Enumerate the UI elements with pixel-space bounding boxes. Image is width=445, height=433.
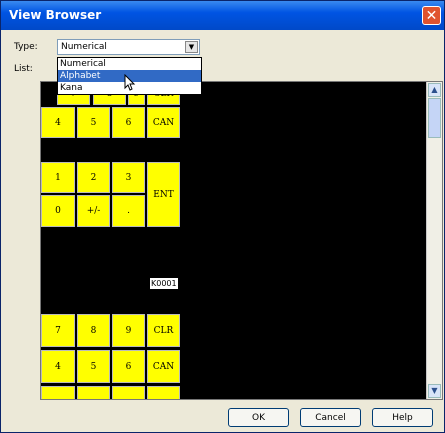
- key-plus-minus: +/-: [77, 195, 110, 227]
- window-title: View Browser: [9, 8, 102, 22]
- mouse-pointer-icon: [124, 74, 136, 91]
- list-label: List:: [14, 64, 33, 74]
- key-4-second: 4: [41, 350, 75, 383]
- key-6-second: 6: [112, 350, 145, 383]
- key-5-second: 5: [77, 350, 110, 383]
- key-partial-3: [112, 386, 145, 399]
- key-clr-second: CLR: [147, 314, 180, 347]
- key-9-second: 9: [112, 314, 145, 347]
- key-can-second: CAN: [147, 350, 180, 383]
- key-2: 2: [77, 162, 110, 193]
- close-button[interactable]: ✕: [422, 6, 441, 25]
- key-dot: .: [112, 195, 145, 227]
- type-select[interactable]: Numerical ▼: [57, 39, 200, 55]
- key-7-second: 7: [41, 314, 75, 347]
- view-browser-window: View Browser ✕ Type: Numerical ▼ List: N…: [0, 0, 445, 433]
- key-4: 4: [41, 107, 75, 138]
- view-id-tag: K0001: [150, 278, 178, 289]
- key-partial-2: [77, 386, 110, 399]
- key-partial-1: [41, 386, 75, 399]
- cancel-button[interactable]: Cancel: [300, 408, 361, 427]
- scroll-thumb[interactable]: [428, 98, 441, 138]
- key-3: 3: [112, 162, 145, 193]
- key-6: 6: [112, 107, 145, 138]
- type-select-value: Numerical: [61, 42, 107, 52]
- key-5: 5: [77, 107, 110, 138]
- view-preview-panel: 7 8 9 CLR 4 5 6 CAN 1 2 3 0 +/- . ENT K0…: [40, 81, 443, 400]
- key-can: CAN: [147, 107, 180, 138]
- option-numerical[interactable]: Numerical: [58, 58, 201, 70]
- key-ent: ENT: [147, 162, 180, 227]
- key-partial-4: [147, 386, 180, 399]
- scroll-up-icon[interactable]: ▲: [428, 83, 441, 97]
- scroll-down-icon[interactable]: ▼: [428, 384, 441, 398]
- chevron-down-icon[interactable]: ▼: [185, 41, 198, 53]
- key-1: 1: [41, 162, 75, 193]
- ok-button[interactable]: OK: [228, 408, 289, 427]
- type-label: Type:: [14, 42, 38, 52]
- key-0: 0: [41, 195, 75, 227]
- help-button[interactable]: Help: [372, 408, 433, 427]
- title-bar[interactable]: View Browser ✕: [1, 1, 444, 30]
- key-8-second: 8: [77, 314, 110, 347]
- vertical-scrollbar[interactable]: ▲ ▼: [426, 82, 442, 399]
